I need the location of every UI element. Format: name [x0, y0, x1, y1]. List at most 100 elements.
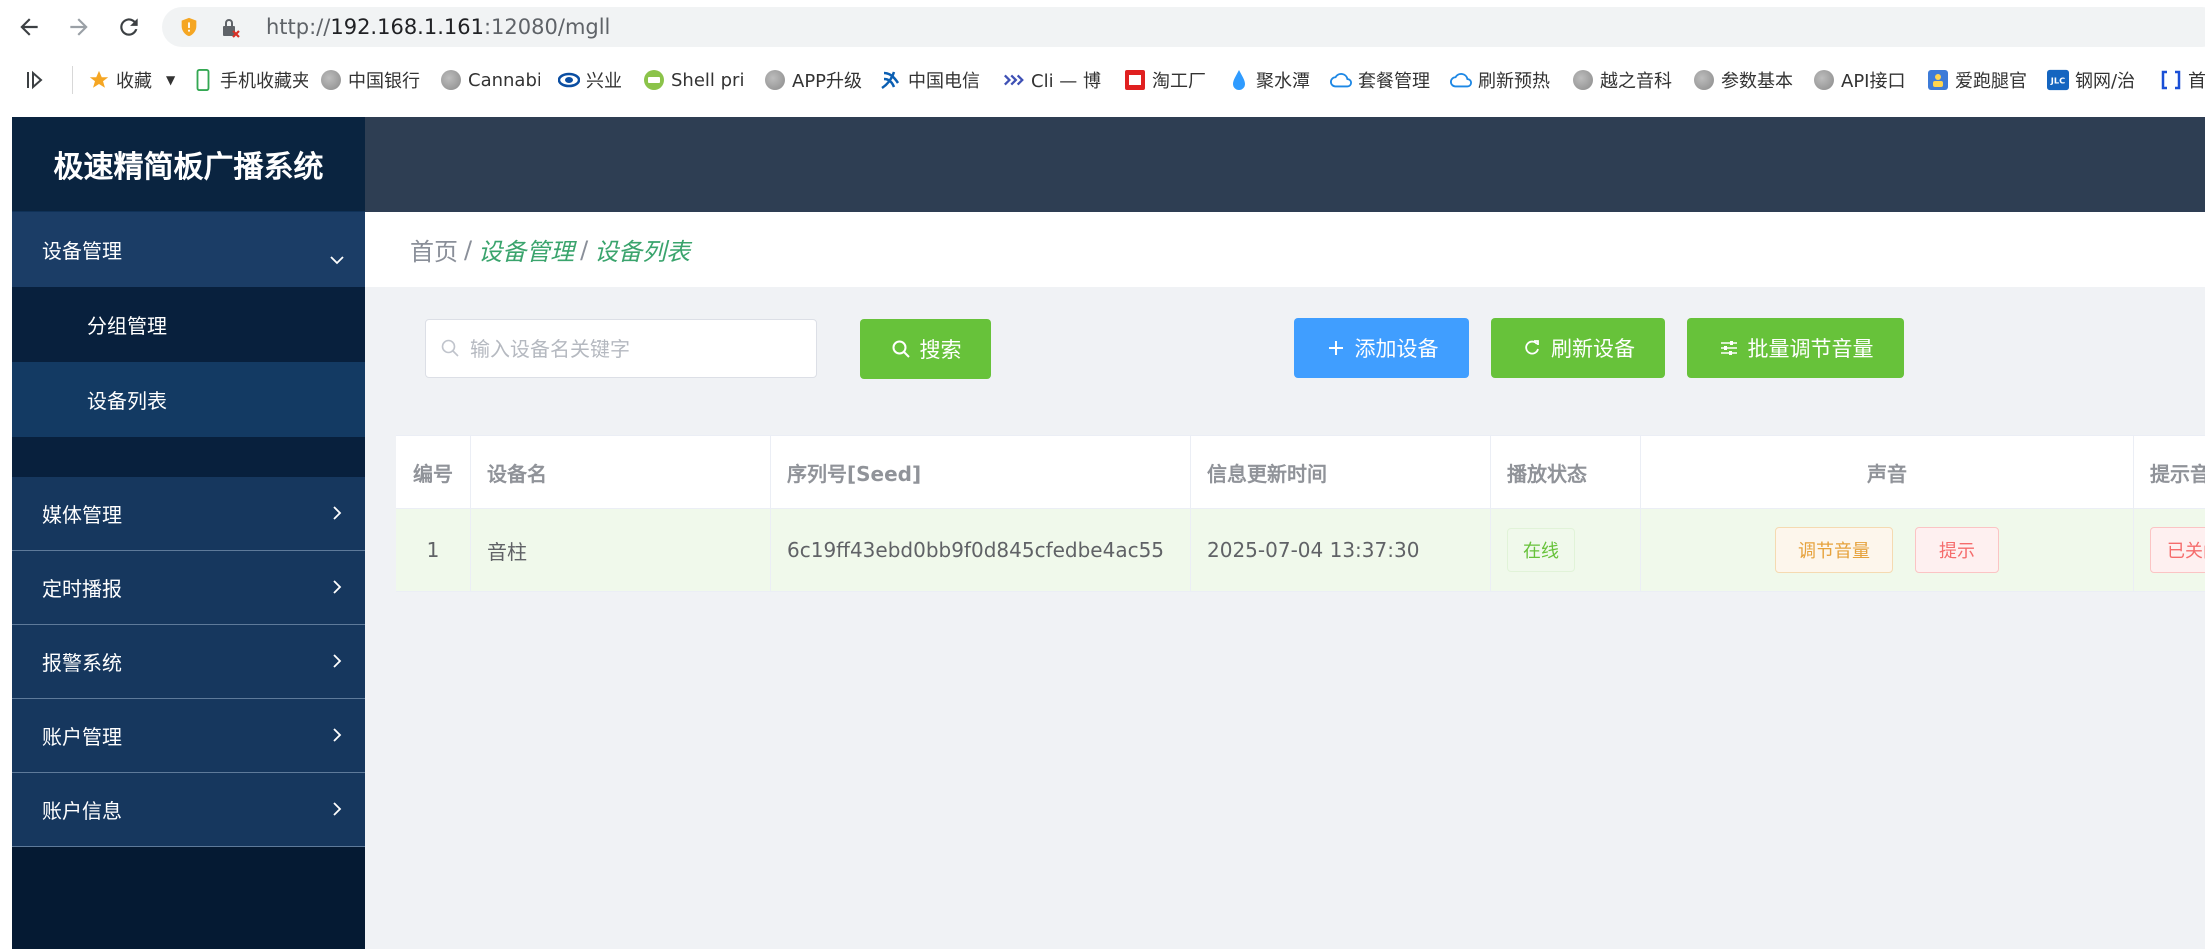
sliders-icon: [1718, 337, 1740, 359]
cell-tip-sound: 已关闭: [2134, 509, 2205, 591]
refresh-devices-button[interactable]: 刷新设备: [1491, 318, 1665, 378]
sidebar-item-label: 分组管理: [87, 314, 167, 338]
cli-icon: [1003, 69, 1025, 91]
bank-icon: [558, 69, 580, 91]
back-arrow-icon: [20, 18, 38, 36]
bookmark-item[interactable]: 中国银行: [320, 66, 428, 94]
water-icon: [1228, 69, 1250, 91]
sidebar-toggle-icon[interactable]: [24, 68, 48, 92]
breadcrumb-home[interactable]: 首页: [410, 232, 458, 267]
sidebar-submenu: 分组管理 设备列表: [12, 287, 365, 477]
col-header-update-time: 信息更新时间: [1191, 436, 1491, 508]
bookmark-label: API接口: [1841, 71, 1906, 92]
bookmark-item[interactable]: 中国电信: [880, 66, 984, 94]
table-header: 编号 设备名 序列号[Seed] 信息更新时间 播放状态 声音 提示音: [396, 436, 2205, 508]
bookmark-item[interactable]: 淘工厂: [1124, 66, 1214, 94]
star-icon: [88, 69, 110, 91]
bookmark-item[interactable]: 聚水潭: [1228, 66, 1320, 94]
sidebar-group-scheduled-broadcast[interactable]: 定时播报: [12, 551, 365, 625]
forward-button[interactable]: [62, 10, 96, 44]
main-content: 搜索 添加设备 刷新设备 批量调节音量 编号 设备名 序列号[Seed] 信息更…: [365, 287, 2205, 949]
app-title: 极速精简板广播系统: [12, 117, 365, 212]
sidebar-group-account-info[interactable]: 账户信息: [12, 773, 365, 847]
phone-icon: [192, 69, 214, 91]
chevron-right-icon: [333, 654, 342, 668]
bookmark-item[interactable]: Shell pri: [643, 66, 743, 94]
search-input[interactable]: [470, 320, 810, 377]
cell-update-time: 2025-07-04 13:37:30: [1191, 509, 1491, 591]
breadcrumb-device-list[interactable]: 设备列表: [594, 232, 690, 267]
breadcrumb-separator: /: [580, 235, 589, 264]
sidebar-item-device-list[interactable]: 设备列表: [12, 362, 365, 437]
col-header-seed: 序列号[Seed]: [771, 436, 1191, 508]
col-header-tip-sound: 提示音: [2150, 461, 2205, 486]
batch-volume-button[interactable]: 批量调节音量: [1687, 318, 1904, 378]
bookmark-item[interactable]: Cannabi: [440, 66, 540, 94]
sidebar-group-device-management[interactable]: 设备管理: [12, 212, 365, 287]
col-header-play-state: 播放状态: [1491, 436, 1641, 508]
bookmark-item[interactable]: Cli — 博: [1003, 66, 1107, 94]
bookmark-label: 参数基本: [1721, 71, 1793, 92]
runner-icon: [1927, 69, 1949, 91]
bookmark-item[interactable]: 手机收藏夹: [192, 66, 308, 94]
bookmark-item[interactable]: 爱跑腿官: [1927, 66, 2031, 94]
bookmark-label: 刷新预热: [1478, 71, 1550, 92]
cell-seed: 6c19ff43ebd0bb9f0d845cfedbe4ac55: [771, 509, 1191, 591]
bookmark-label: Cannabi: [468, 69, 540, 91]
bookmark-item[interactable]: 刷新预热: [1450, 66, 1554, 94]
jlc-icon: JLC: [2047, 69, 2069, 91]
sidebar-item-group-management[interactable]: 分组管理: [12, 287, 365, 362]
reload-icon: [120, 18, 138, 36]
bookmark-label: 套餐管理: [1358, 71, 1430, 92]
cloud-icon: [1330, 69, 1352, 91]
bookmark-separator: [72, 66, 73, 94]
cell-number: 1: [396, 509, 471, 591]
breadcrumb-separator: /: [464, 235, 473, 264]
bookmark-item[interactable]: 首: [2160, 66, 2205, 94]
chevron-right-icon: [333, 580, 342, 594]
bookmark-item[interactable]: JLC 钢网/治: [2047, 66, 2147, 94]
back-button[interactable]: [12, 10, 46, 44]
bookmark-label: 手机收藏夹: [220, 71, 308, 92]
sidebar-group-label: 媒体管理: [42, 503, 122, 527]
bookmark-item[interactable]: 收藏 ▼: [88, 66, 180, 94]
bookmark-label: 淘工厂: [1152, 71, 1206, 92]
chevron-down-icon: ▼: [166, 73, 176, 87]
bookmark-label: 收藏: [116, 71, 152, 92]
bookmark-item[interactable]: 兴业: [558, 66, 630, 94]
batch-volume-label: 批量调节音量: [1747, 337, 1874, 361]
reload-button[interactable]: [112, 10, 146, 44]
url-text: http://192.168.1.161:12080/mgll: [266, 15, 610, 39]
top-header-bar: [365, 117, 2205, 212]
chevron-down-icon: [330, 256, 344, 265]
sidebar-group-label: 报警系统: [42, 651, 122, 675]
sidebar-group-alarm-system[interactable]: 报警系统: [12, 625, 365, 699]
tip-status-badge[interactable]: 已关闭: [2150, 527, 2205, 573]
chevron-right-icon: [333, 802, 342, 816]
hint-button[interactable]: 提示: [1915, 527, 1999, 573]
bookmark-item[interactable]: 参数基本: [1693, 66, 1797, 94]
globe-icon: [320, 69, 342, 91]
shield-icon: [181, 17, 197, 37]
search-icon: [890, 338, 912, 360]
bookmark-item[interactable]: 套餐管理: [1330, 66, 1430, 94]
bookmark-item[interactable]: APP升级: [764, 66, 868, 94]
adjust-volume-button[interactable]: 调节音量: [1775, 527, 1893, 573]
refresh-icon: [1521, 337, 1543, 359]
bookmark-item[interactable]: 越之音科: [1572, 66, 1676, 94]
browser-toolbar: http://192.168.1.161:12080/mgll 收藏 ▼ 手机收…: [0, 0, 2205, 115]
sidebar-group-media-management[interactable]: 媒体管理: [12, 477, 365, 551]
address-bar[interactable]: http://192.168.1.161:12080/mgll: [162, 7, 2205, 47]
globe-icon: [1693, 69, 1715, 91]
search-icon: [441, 339, 459, 357]
search-button[interactable]: 搜索: [860, 319, 991, 379]
add-device-button[interactable]: 添加设备: [1294, 318, 1469, 378]
sidebar-group-label: 设备管理: [42, 239, 122, 263]
cell-sound: 调节音量 提示: [1641, 509, 2134, 591]
bookmark-item[interactable]: API接口: [1813, 66, 1913, 94]
bookmark-label: Cli — 博: [1031, 71, 1102, 92]
col-header-device-name: 设备名: [471, 436, 771, 508]
sidebar-group-account-management[interactable]: 账户管理: [12, 699, 365, 773]
bookmark-label: 越之音科: [1600, 71, 1672, 92]
breadcrumb-device-management[interactable]: 设备管理: [478, 232, 574, 267]
